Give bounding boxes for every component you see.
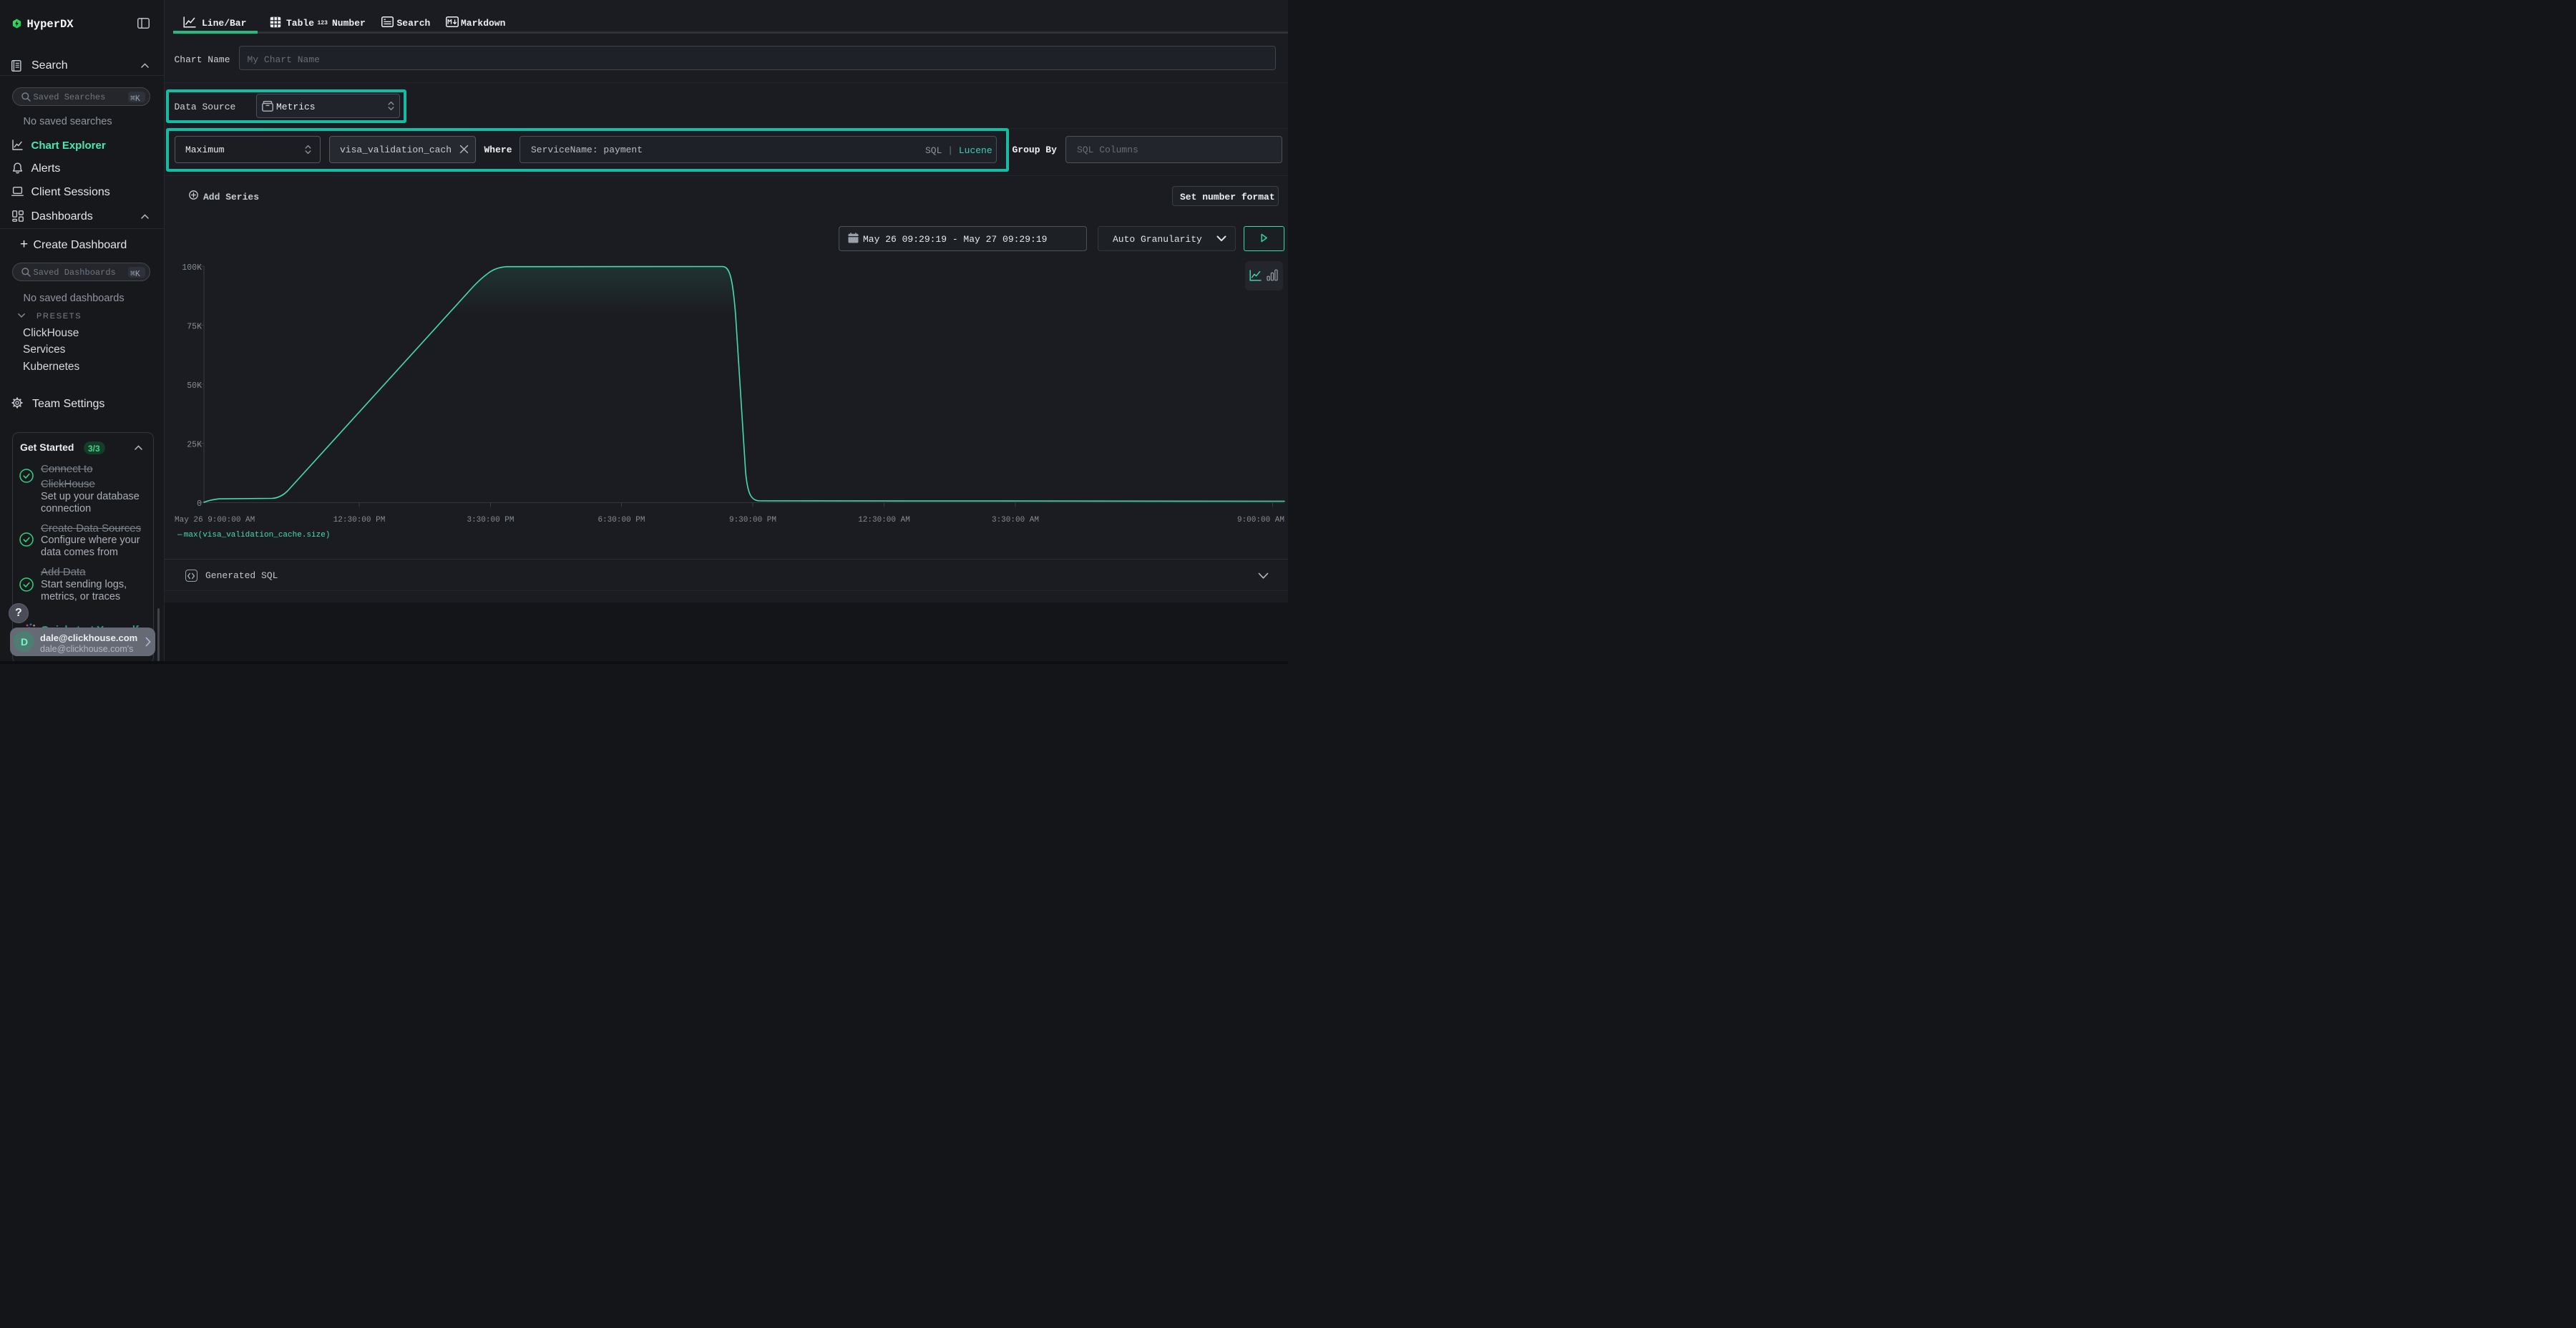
svg-text:3:30:00 AM: 3:30:00 AM bbox=[992, 516, 1039, 524]
svg-text:12:30:00 AM: 12:30:00 AM bbox=[858, 516, 910, 524]
svg-text:25K: 25K bbox=[187, 441, 202, 450]
svg-text:9:30:00 PM: 9:30:00 PM bbox=[729, 516, 776, 524]
svg-text:50K: 50K bbox=[187, 381, 202, 391]
svg-text:0: 0 bbox=[197, 499, 202, 509]
svg-text:3:30:00 PM: 3:30:00 PM bbox=[467, 516, 514, 524]
svg-text:May 26 9:00:00 AM: May 26 9:00:00 AM bbox=[175, 516, 255, 524]
svg-text:6:30:00 PM: 6:30:00 PM bbox=[597, 516, 645, 524]
svg-text:12:30:00 PM: 12:30:00 PM bbox=[333, 516, 386, 524]
svg-text:75K: 75K bbox=[187, 323, 202, 332]
svg-text:100K: 100K bbox=[182, 263, 202, 273]
svg-text:9:00:00 AM: 9:00:00 AM bbox=[1237, 516, 1284, 524]
